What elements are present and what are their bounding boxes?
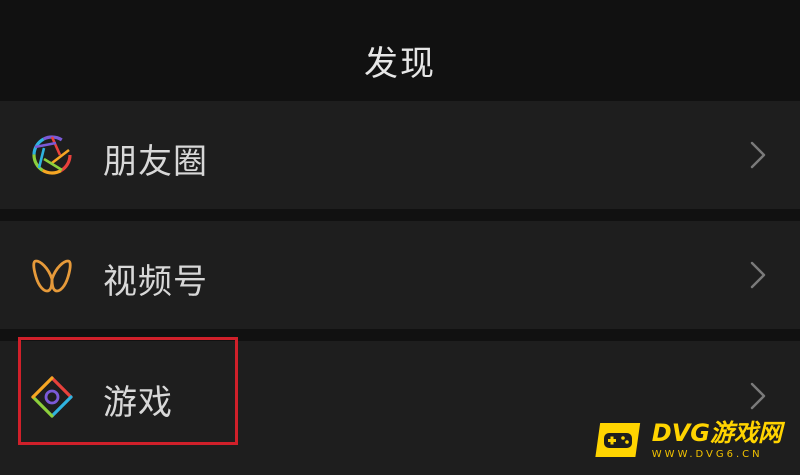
watermark: DVG游戏网 WWW.DVG6.CN <box>592 417 782 463</box>
page-title: 发现 <box>364 43 436 84</box>
list-item-moments[interactable]: 朋友圈 <box>0 101 800 209</box>
discover-screen: 发现 朋友圈 视频号 游戏 DVG游戏网 WWW.DVG6.CN <box>0 0 800 475</box>
watermark-subtitle: WWW.DVG6.CN <box>651 448 763 460</box>
list-item-channels[interactable]: 视频号 <box>0 221 800 329</box>
moments-aperture-icon <box>32 135 72 175</box>
chevron-right-icon <box>750 382 766 410</box>
chevron-right-icon <box>750 261 766 289</box>
list-item-label: 视频号 <box>103 262 208 302</box>
highlight-box <box>18 337 238 445</box>
header-bar: 发现 <box>0 0 800 100</box>
gamepad-logo-icon <box>595 423 640 457</box>
list-item-label: 朋友圈 <box>103 142 208 182</box>
watermark-title: DVG游戏网 <box>651 418 782 447</box>
channels-butterfly-icon <box>32 259 72 293</box>
chevron-right-icon <box>750 141 766 169</box>
